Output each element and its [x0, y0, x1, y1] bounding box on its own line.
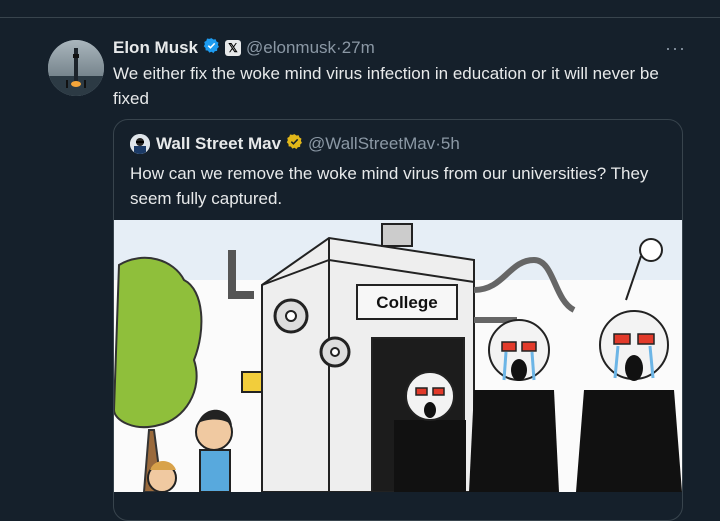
quoted-author-handle[interactable]: @WallStreetMav [308, 134, 435, 154]
quoted-tweet-image[interactable]: College [114, 220, 682, 493]
quoted-tweet-text: How can we remove the woke mind virus fr… [130, 164, 649, 208]
tweet-header: Elon Musk 𝕏 @elonmusk · 27m [113, 37, 375, 59]
verified-gold-badge-icon [286, 133, 303, 155]
college-sign-text: College [376, 293, 437, 312]
tweet-timestamp[interactable]: 27m [342, 38, 375, 58]
quoted-author-name[interactable]: Wall Street Mav [156, 134, 281, 154]
rocket-launch-avatar-image [48, 40, 104, 96]
author-handle[interactable]: @elonmusk [246, 38, 336, 58]
quoted-timestamp[interactable]: 5h [441, 134, 460, 154]
wall-street-mav-avatar-image [130, 134, 150, 154]
author-avatar[interactable] [48, 40, 104, 96]
author-name[interactable]: Elon Musk [113, 38, 198, 58]
college-cartoon-illustration: College [114, 220, 682, 493]
tweet-text: We either fix the woke mind virus infect… [113, 64, 659, 108]
quoted-tweet-header: Wall Street Mav @WallStreetMav · 5h [130, 133, 460, 155]
x-affiliation-icon: 𝕏 [225, 40, 242, 56]
more-options-icon[interactable]: ··· [665, 38, 686, 59]
quoted-author-avatar[interactable] [130, 134, 150, 154]
verified-badge-icon [203, 37, 220, 59]
top-divider [0, 0, 720, 18]
quoted-tweet-card[interactable]: Wall Street Mav @WallStreetMav · 5h How … [113, 119, 683, 521]
